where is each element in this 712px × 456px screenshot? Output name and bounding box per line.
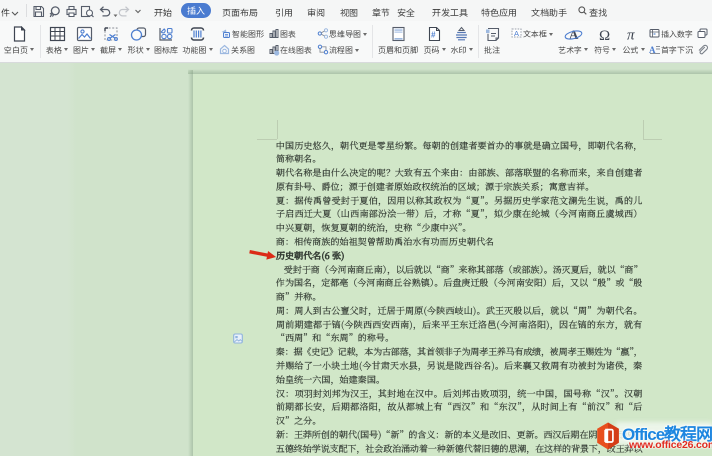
svg-text:#: # <box>431 31 436 40</box>
svg-text:Ω: Ω <box>599 28 610 42</box>
svg-text:A: A <box>514 29 519 38</box>
svg-text:π: π <box>627 28 635 43</box>
svg-text:A: A <box>569 27 579 42</box>
svg-text:A: A <box>649 45 656 54</box>
